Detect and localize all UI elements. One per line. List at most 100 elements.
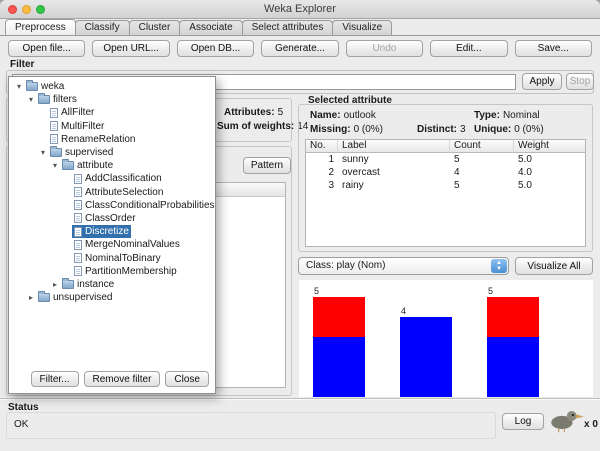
tree-item-discretize[interactable]: Discretize — [11, 225, 213, 238]
tab-preprocess[interactable]: Preprocess — [5, 19, 76, 35]
tree-item-label: NominalToBinary — [85, 253, 161, 264]
table-header-row: No. Label Count Weight — [306, 140, 585, 153]
attribute-unique-value: 0 (0%) — [514, 124, 543, 135]
bar-overcast: 4 — [400, 317, 452, 397]
tree-item-renamerelation[interactable]: RenameRelation — [11, 133, 213, 146]
tree-item-mergenominalvalues[interactable]: MergeNominalValues — [11, 238, 213, 251]
class-selector-dropdown[interactable]: Class: play (Nom) — [298, 257, 509, 275]
collapse-triangle-icon[interactable] — [14, 82, 24, 91]
tree-item-label: unsupervised — [53, 292, 112, 303]
close-popup-button[interactable]: Close — [165, 371, 209, 387]
collapse-triangle-icon[interactable] — [26, 95, 36, 104]
filter-section-label: Filter — [10, 59, 34, 70]
folder-icon — [38, 293, 50, 302]
table-cell-label: sunny — [338, 153, 450, 166]
document-icon — [50, 108, 58, 118]
status-divider — [0, 398, 600, 400]
tree-item-instance[interactable]: instance — [11, 278, 213, 291]
attributes-count-label: Attributes: — [224, 107, 275, 118]
tab-cluster[interactable]: Cluster — [129, 20, 181, 35]
tree-item-multifilter[interactable]: MultiFilter — [11, 120, 213, 133]
folder-icon — [26, 82, 38, 91]
attribute-name-label: Name: — [310, 110, 341, 121]
main-tab-bar: Preprocess Classify Cluster Associate Se… — [0, 19, 600, 36]
bar-sunny: 5 — [313, 297, 365, 397]
generate-button[interactable]: Generate... — [261, 40, 338, 57]
table-row: 2 overcast 4 4.0 — [306, 166, 585, 179]
tab-associate[interactable]: Associate — [179, 20, 242, 35]
open-url-button[interactable]: Open URL... — [92, 40, 169, 57]
pattern-button[interactable]: Pattern — [243, 157, 291, 174]
filter-tree: weka filters AllFilter MultiFilter Renam… — [9, 77, 215, 367]
collapse-triangle-icon[interactable] — [50, 161, 60, 170]
folder-icon — [38, 95, 50, 104]
bar-count-label: 5 — [314, 286, 319, 296]
attribute-distinct-value: 3 — [460, 124, 466, 135]
tree-item-label: MergeNominalValues — [85, 239, 180, 250]
sum-of-weights-label: Sum of weights: — [217, 121, 294, 132]
col-weight-header: Weight — [514, 140, 585, 153]
tree-item-label: instance — [77, 279, 114, 290]
undo-button[interactable]: Undo — [346, 40, 423, 57]
document-icon — [74, 240, 82, 250]
table-cell-count: 5 — [450, 153, 514, 166]
folder-icon — [62, 161, 74, 170]
title-bar: Weka Explorer — [0, 0, 600, 19]
table-cell-label: rainy — [338, 179, 450, 192]
attribute-distinct: Distinct:3 — [417, 124, 466, 135]
apply-filter-button[interactable]: Apply — [522, 73, 562, 90]
expand-triangle-icon[interactable] — [26, 293, 36, 302]
tree-item-unsupervised[interactable]: unsupervised — [11, 291, 213, 304]
table-cell-count: 4 — [450, 166, 514, 179]
col-no-header: No. — [306, 140, 338, 153]
attribute-name: Name:outlook — [310, 110, 376, 121]
bar-segment-blue — [400, 317, 452, 397]
tree-item-addclassification[interactable]: AddClassification — [11, 172, 213, 185]
tree-item-label: ClassOrder — [85, 213, 136, 224]
log-button[interactable]: Log — [502, 413, 544, 430]
edit-button[interactable]: Edit... — [430, 40, 507, 57]
stop-filter-button[interactable]: Stop — [566, 73, 594, 90]
attribute-unique: Unique:0 (0%) — [474, 124, 544, 135]
tree-item-partitionmembership[interactable]: PartitionMembership — [11, 265, 213, 278]
collapse-triangle-icon[interactable] — [38, 148, 48, 157]
tree-item-attributeselection[interactable]: AttributeSelection — [11, 186, 213, 199]
tree-item-label: filters — [53, 94, 77, 105]
bar-segment-red — [487, 297, 539, 337]
open-db-button[interactable]: Open DB... — [177, 40, 254, 57]
sum-of-weights: Sum of weights:14 — [217, 121, 308, 132]
attribute-distinct-label: Distinct: — [417, 124, 457, 135]
attribute-type-label: Type: — [474, 110, 500, 121]
remove-filter-button[interactable]: Remove filter — [84, 371, 161, 387]
save-button[interactable]: Save... — [515, 40, 592, 57]
minimize-window-button[interactable] — [22, 5, 31, 14]
open-file-button[interactable]: Open file... — [8, 40, 85, 57]
close-window-button[interactable] — [8, 5, 17, 14]
attribute-missing: Missing:0 (0%) — [310, 124, 383, 135]
tree-item-classorder[interactable]: ClassOrder — [11, 212, 213, 225]
tab-classify[interactable]: Classify — [75, 20, 130, 35]
tree-item-filters[interactable]: filters — [11, 93, 213, 106]
tree-item-weka[interactable]: weka — [11, 80, 213, 93]
table-cell-weight: 4.0 — [514, 166, 585, 179]
tree-item-label: ClassConditionalProbabilities — [85, 200, 215, 211]
tab-select-attributes[interactable]: Select attributes — [242, 20, 334, 35]
expand-triangle-icon[interactable] — [50, 280, 60, 289]
tree-item-label: attribute — [77, 160, 113, 171]
chevron-updown-icon[interactable] — [491, 259, 507, 273]
weka-explorer-window: Weka Explorer Preprocess Classify Cluste… — [0, 0, 600, 451]
tree-item-classconditionalprobabilities[interactable]: ClassConditionalProbabilities — [11, 199, 213, 212]
document-icon — [50, 134, 58, 144]
tree-item-nominaltobinary[interactable]: NominalToBinary — [11, 251, 213, 264]
tab-visualize[interactable]: Visualize — [332, 20, 392, 35]
bar-count-label: 4 — [401, 306, 406, 316]
filter-dialog-button[interactable]: Filter... — [31, 371, 79, 387]
tree-item-attribute[interactable]: attribute — [11, 159, 213, 172]
visualize-all-button[interactable]: Visualize All — [515, 257, 593, 275]
status-message: OK — [14, 419, 28, 430]
window-title: Weka Explorer — [0, 0, 600, 18]
tree-item-supervised[interactable]: supervised — [11, 146, 213, 159]
zoom-window-button[interactable] — [36, 5, 45, 14]
tree-item-label: Discretize — [85, 226, 129, 237]
tree-item-allfilter[interactable]: AllFilter — [11, 106, 213, 119]
